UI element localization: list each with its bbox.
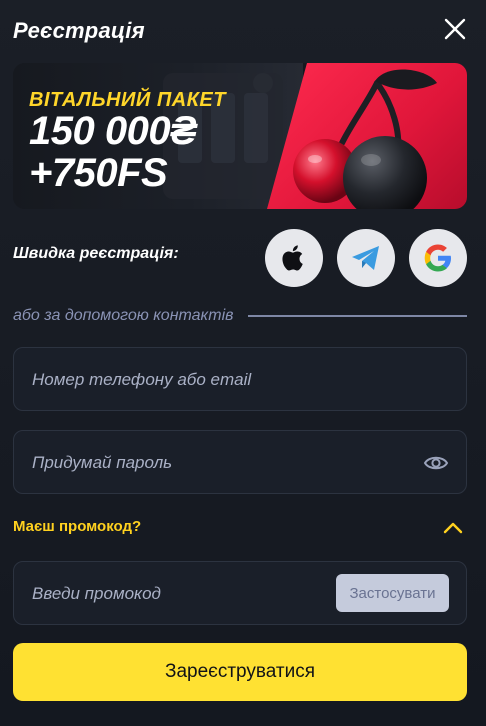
telegram-signin-button[interactable]: [337, 229, 395, 287]
contacts-divider: або за допомогою контактів: [13, 305, 467, 327]
apple-signin-button[interactable]: [265, 229, 323, 287]
welcome-banner[interactable]: ВІТАЛЬНИЙ ПАКЕТ 150 000₴ +750FS: [13, 63, 467, 209]
eye-icon: [423, 456, 449, 470]
modal-title: Реєстрація: [13, 18, 145, 43]
cherry-icon: [293, 69, 437, 209]
password-field[interactable]: Придумай пароль: [13, 430, 467, 494]
promo-code-placeholder: Введи промокод: [32, 584, 161, 603]
google-signin-button[interactable]: [409, 229, 467, 287]
divider-line: [247, 315, 467, 317]
apply-promo-button[interactable]: Застосувати: [336, 574, 449, 612]
password-placeholder: Придумай пароль: [32, 453, 173, 472]
promo-code-toggle[interactable]: Маєш промокод?: [13, 516, 467, 540]
close-icon: [444, 18, 466, 40]
banner-free-spins: +750FS: [29, 151, 168, 195]
promo-toggle-label: Маєш промокод?: [13, 518, 142, 535]
banner-amount: 150 000₴: [29, 109, 197, 153]
telegram-icon: [352, 246, 379, 270]
quick-registration-label: Швидка реєстрація:: [13, 245, 179, 262]
phone-email-placeholder: Номер телефону або email: [32, 370, 252, 389]
promo-code-field[interactable]: Введи промокод Застосувати: [13, 561, 467, 625]
chevron-up-icon: [443, 522, 463, 534]
modal-header: Реєстрація: [13, 18, 468, 48]
apple-icon: [282, 245, 303, 271]
phone-email-field[interactable]: Номер телефону або email: [13, 347, 467, 411]
show-password-button[interactable]: [423, 452, 449, 474]
register-button[interactable]: Зареєструватися: [13, 643, 467, 701]
registration-modal: Реєстрація ВІТАЛЬНИЙ ПАКЕТ 150 000₴ +750…: [0, 0, 486, 726]
google-icon: [424, 244, 451, 272]
divider-text: або за допомогою контактів: [13, 307, 234, 324]
close-button[interactable]: [442, 16, 468, 42]
